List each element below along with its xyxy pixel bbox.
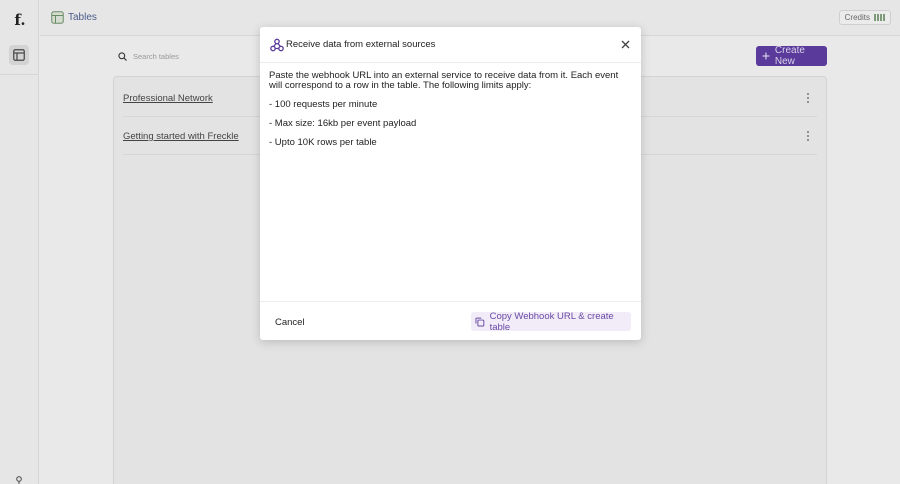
left-rail: f. <box>0 0 39 484</box>
table-icon <box>13 49 25 61</box>
limit-item: - Upto 10K rows per table <box>269 137 377 148</box>
create-new-button[interactable]: Create New <box>756 45 827 67</box>
credits-badge[interactable]: Credits <box>838 10 891 25</box>
table-name-link[interactable]: Getting started with Freckle <box>123 131 239 142</box>
close-icon[interactable] <box>620 39 631 50</box>
table-icon <box>51 11 64 24</box>
credits-label: Credits <box>844 13 870 22</box>
create-new-label: Create New <box>774 45 805 67</box>
modal-body: Paste the webhook URL into an external s… <box>269 71 629 157</box>
cancel-button[interactable]: Cancel <box>269 312 311 332</box>
user-icon[interactable] <box>14 476 24 484</box>
search-input[interactable]: Search tables <box>113 46 263 66</box>
limit-item: - 100 requests per minute <box>269 99 378 110</box>
limit-item: - Max size: 16kb per event payload <box>269 118 417 129</box>
page-title: Tables <box>68 12 97 23</box>
webhook-icon <box>270 38 284 52</box>
app-logo[interactable]: f. <box>9 9 31 31</box>
more-vertical-icon[interactable] <box>805 92 811 104</box>
search-icon <box>118 51 127 61</box>
copy-icon <box>475 317 485 327</box>
rail-divider <box>0 74 39 75</box>
more-vertical-icon[interactable] <box>805 130 811 142</box>
plus-icon <box>762 52 770 60</box>
credits-meter <box>874 14 885 21</box>
modal-intro-text: Paste the webhook URL into an external s… <box>269 70 619 91</box>
modal-header: Receive data from external sources <box>260 27 641 63</box>
modal-title: Receive data from external sources <box>286 39 436 50</box>
webhook-modal: Receive data from external sources Paste… <box>260 27 641 340</box>
tables-nav-button[interactable] <box>9 45 29 65</box>
copy-webhook-button[interactable]: Copy Webhook URL & create table <box>471 310 631 333</box>
copy-webhook-label: Copy Webhook URL & create table <box>489 310 614 333</box>
modal-footer: Cancel Copy Webhook URL & create table <box>260 301 641 340</box>
search-placeholder: Search tables <box>133 51 179 61</box>
table-name-link[interactable]: Professional Network <box>123 93 213 104</box>
